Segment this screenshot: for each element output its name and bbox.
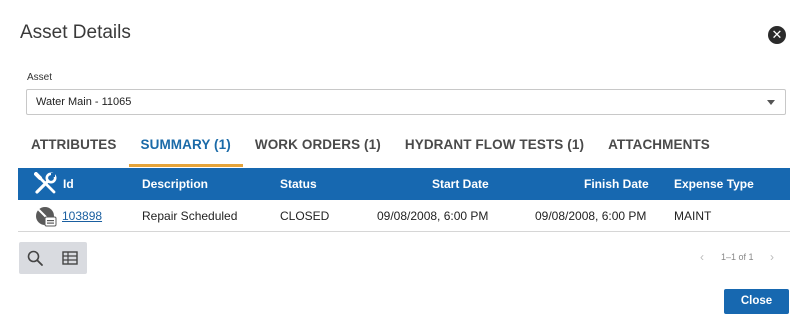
- asset-details-dialog: Asset Details ✕ Asset Water Main - 11065…: [0, 0, 808, 336]
- next-page-icon[interactable]: ›: [770, 250, 774, 264]
- pager-text: 1–1 of 1: [721, 252, 754, 262]
- table-row[interactable]: 103898 Repair Scheduled CLOSED 09/08/200…: [18, 200, 790, 232]
- column-header-id[interactable]: Id: [63, 177, 74, 191]
- column-header-finish-date[interactable]: Finish Date: [584, 177, 649, 191]
- row-id-link[interactable]: 103898: [62, 209, 102, 223]
- column-header-expense-type[interactable]: Expense Type: [674, 177, 754, 191]
- previous-page-icon[interactable]: ‹: [700, 250, 704, 264]
- row-finish-date: 09/08/2008, 6:00 PM: [535, 209, 647, 223]
- asset-select[interactable]: Water Main - 11065: [26, 89, 786, 115]
- tab-attachments[interactable]: ATTACHMENTS: [596, 130, 722, 167]
- table-icon[interactable]: [61, 249, 79, 267]
- close-button[interactable]: Close: [724, 289, 789, 314]
- row-expense-type: MAINT: [674, 209, 712, 223]
- row-status: CLOSED: [280, 209, 330, 223]
- column-header-description[interactable]: Description: [142, 177, 208, 191]
- row-start-date: 09/08/2008, 6:00 PM: [377, 209, 489, 223]
- close-icon[interactable]: ✕: [768, 26, 786, 44]
- tab-attributes[interactable]: ATTRIBUTES: [18, 130, 129, 167]
- tab-summary[interactable]: SUMMARY (1): [128, 130, 243, 167]
- column-header-status[interactable]: Status: [280, 177, 317, 191]
- row-description: Repair Scheduled: [142, 209, 238, 223]
- grid-toolbar: [19, 242, 87, 274]
- search-icon[interactable]: [26, 249, 44, 267]
- chevron-down-icon[interactable]: [767, 100, 775, 105]
- grid-header: Id Description Status Start Date Finish …: [18, 168, 790, 200]
- wrench-screwdriver-icon: [34, 172, 57, 194]
- tab-work-orders[interactable]: WORK ORDERS (1): [243, 130, 393, 167]
- tab-hydrant-flow-tests[interactable]: HYDRANT FLOW TESTS (1): [393, 130, 596, 167]
- column-header-start-date[interactable]: Start Date: [432, 177, 489, 191]
- work-order-icon: [36, 207, 57, 227]
- dialog-title: Asset Details: [20, 22, 131, 43]
- asset-label: Asset: [27, 72, 53, 83]
- summary-grid: Id Description Status Start Date Finish …: [18, 168, 790, 232]
- asset-select-value: Water Main - 11065: [36, 96, 132, 108]
- tab-bar: ATTRIBUTES SUMMARY (1) WORK ORDERS (1) H…: [18, 130, 722, 167]
